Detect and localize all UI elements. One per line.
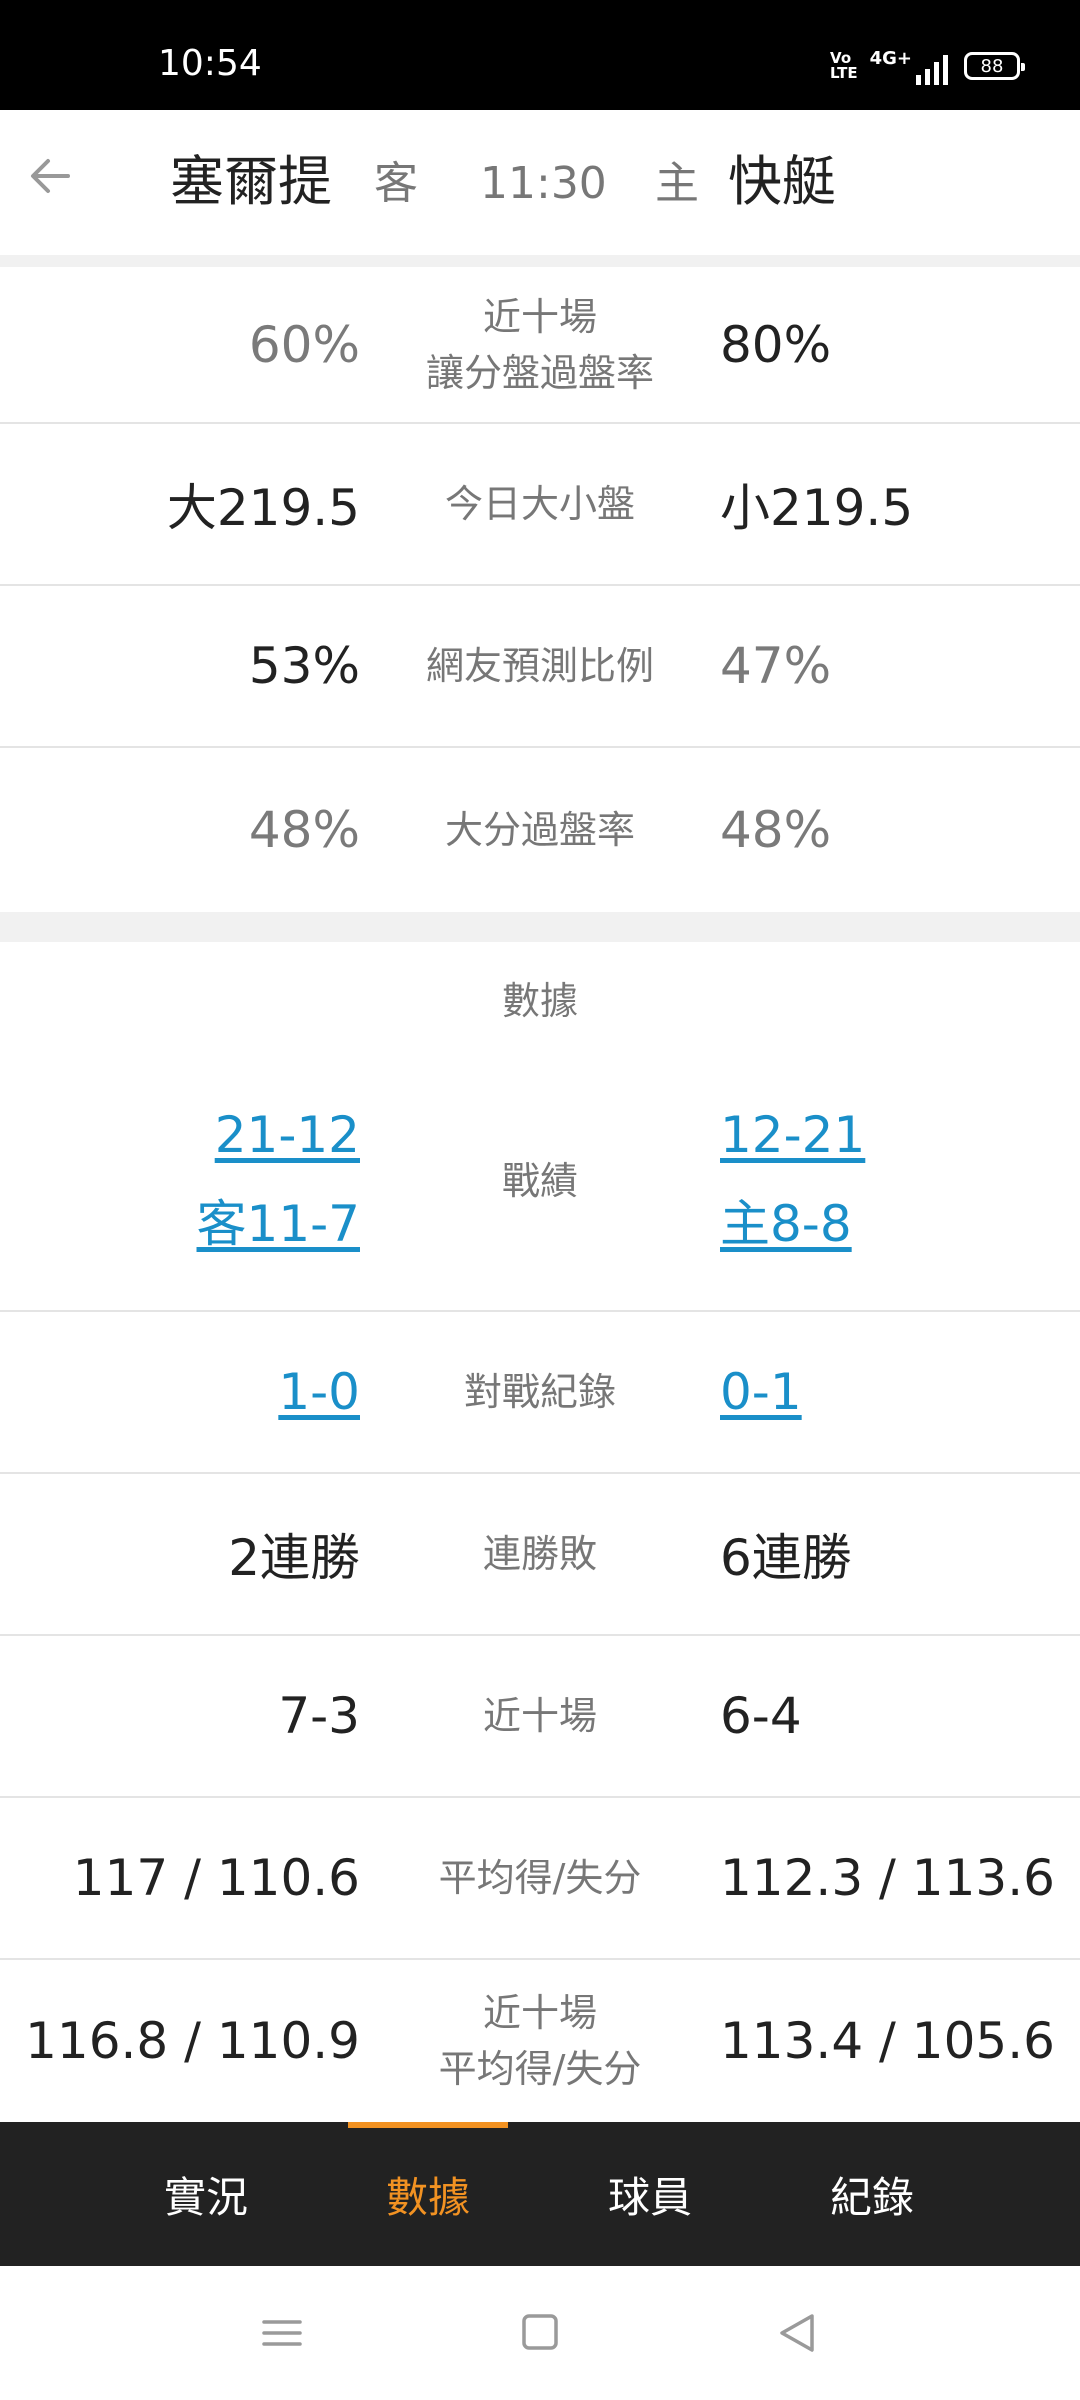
stats-row-last10: 7-3 近十場 6-4: [0, 1636, 1080, 1798]
tab-records[interactable]: 紀錄: [782, 2122, 962, 2266]
stats-label: 近十場 平均得/失分: [438, 1991, 642, 2091]
stats-row-record: 21-12 客11-7 戰績 12-21 主8-8: [0, 1052, 1080, 1312]
stats-row-head-to-head: 1-0 對戰紀錄 0-1: [0, 1312, 1080, 1474]
stats-label: 近十場: [482, 1694, 597, 1738]
stats-row-streak: 2連勝 連勝敗 6連勝: [0, 1474, 1080, 1636]
away-h2h-link[interactable]: 1-0: [278, 1363, 360, 1421]
stats-right-value: 6連勝: [720, 1529, 852, 1587]
stats-right-value: 112.3 / 113.6: [720, 1849, 1055, 1907]
odds-row-over-under: 大219.5 今日大小盤 小219.5: [0, 424, 1080, 586]
home-record-link[interactable]: 12-21: [720, 1106, 865, 1164]
stats-left-value: 2連勝: [228, 1529, 360, 1587]
menu-icon[interactable]: [252, 2306, 312, 2360]
volte-icon: Vo LTE: [830, 49, 858, 82]
stats-right-value: 6-4: [720, 1687, 802, 1745]
odds-left-value: 48%: [248, 801, 360, 859]
home-home-record-link[interactable]: 主8-8: [720, 1184, 852, 1256]
odds-left-value: 60%: [248, 315, 360, 374]
signal-icon: 4G+: [870, 48, 948, 85]
status-bar: 10:54 Vo LTE 4G+ 88: [0, 0, 1080, 110]
battery-level: 88: [980, 55, 1004, 77]
odds-label: 今日大小盤: [444, 482, 635, 526]
header-shadow: [0, 255, 1080, 267]
odds-right-value: 47%: [720, 637, 832, 695]
match-time: 11:30: [480, 158, 607, 209]
battery-icon: 88: [964, 52, 1025, 80]
home-tag: 主: [655, 158, 699, 209]
odds-right-value: 48%: [720, 801, 832, 859]
stats-label: 戰績: [501, 1159, 578, 1203]
home-h2h-link[interactable]: 0-1: [720, 1363, 802, 1421]
stats-label: 平均得/失分: [438, 1856, 642, 1900]
stats-label: 連勝敗: [482, 1532, 597, 1576]
stats-left-value: 116.8 / 110.9: [25, 2012, 360, 2070]
tab-live[interactable]: 實況: [116, 2122, 296, 2266]
odds-label: 網友預測比例: [425, 644, 654, 688]
home-square-icon[interactable]: [510, 2306, 570, 2360]
away-team-name: 塞爾提: [170, 150, 332, 213]
stats-section-title: 數據: [0, 942, 1080, 1052]
status-time: 10:54: [158, 43, 262, 84]
tab-stats[interactable]: 數據: [338, 2122, 518, 2266]
tab-players[interactable]: 球員: [560, 2122, 740, 2266]
odds-left-value: 大219.5: [166, 479, 360, 537]
odds-right-value: 80%: [720, 315, 832, 374]
network-type: 4G+: [869, 47, 912, 69]
section-divider: [0, 912, 1080, 942]
away-road-record-link[interactable]: 客11-7: [197, 1184, 360, 1256]
odds-row-over-cover: 48% 大分過盤率 48%: [0, 748, 1080, 912]
status-icons: Vo LTE 4G+ 88: [830, 46, 1025, 86]
odds-label: 大分過盤率: [444, 808, 635, 852]
stats-left-value: 7-3: [278, 1687, 360, 1745]
odds-left-value: 53%: [248, 637, 360, 695]
back-triangle-icon[interactable]: [768, 2306, 828, 2360]
away-record-link[interactable]: 21-12: [215, 1106, 360, 1164]
away-tag: 客: [374, 158, 418, 209]
back-arrow-icon[interactable]: [24, 150, 76, 202]
home-team-name: 快艇: [728, 150, 836, 213]
odds-row-user-prediction: 53% 網友預測比例 47%: [0, 586, 1080, 748]
odds-right-value: 小219.5: [720, 479, 914, 537]
bottom-tab-bar: 實況 數據 球員 紀錄: [0, 2122, 1080, 2266]
stats-right-value: 113.4 / 105.6: [720, 2012, 1055, 2070]
stats-left-value: 117 / 110.6: [72, 1849, 360, 1907]
stats-label: 對戰紀錄: [463, 1370, 616, 1414]
odds-label: 近十場 讓分盤過盤率: [425, 294, 654, 395]
stats-row-last10-average: 116.8 / 110.9 近十場 平均得/失分 113.4 / 105.6: [0, 1960, 1080, 2122]
match-header: 塞爾提 客 11:30 主 快艇: [0, 110, 1080, 255]
stats-row-average-points: 117 / 110.6 平均得/失分 112.3 / 113.6: [0, 1798, 1080, 1960]
odds-row-spread-cover: 60% 近十場 讓分盤過盤率 80%: [0, 267, 1080, 424]
system-nav-bar: [0, 2266, 1080, 2400]
